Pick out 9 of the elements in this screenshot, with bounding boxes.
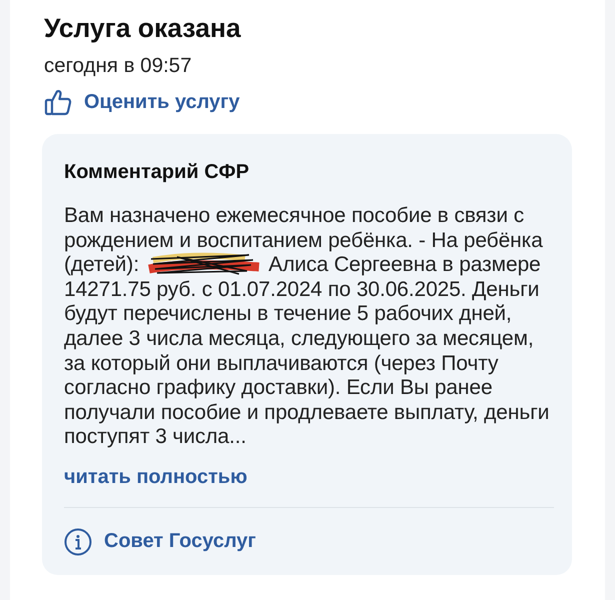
tip-link[interactable]: Совет Госуслуг <box>64 528 256 556</box>
thumbs-up-icon <box>44 88 72 116</box>
read-more-link[interactable]: читать полностью <box>64 466 248 489</box>
comment-text: Вам назначено ежемесячное пособие в связи с рождением и воспитанием ребёнка. - На ребёнка (детей): Алиса Сергеевна в размере 14271.75 руб. с 01.07.2024 по 30.06.2025. Деньги будут перечислены в течение 5 рабочих дней, далее 3 числа месяца, следующего за месяцем, за который они выплачиваются (через Почту согласно графику доставки). Если Вы ранее получали пособие и продлеваете выплату, деньги поступят 3 числа... <box>64 204 550 450</box>
comment-heading: Комментарий СФР <box>64 160 250 184</box>
rate-service-link[interactable]: Оценить услугу <box>44 88 240 116</box>
timestamp: сегодня в 09:57 <box>44 54 192 78</box>
info-icon <box>64 528 92 556</box>
page-title: Услуга оказана <box>44 12 242 44</box>
